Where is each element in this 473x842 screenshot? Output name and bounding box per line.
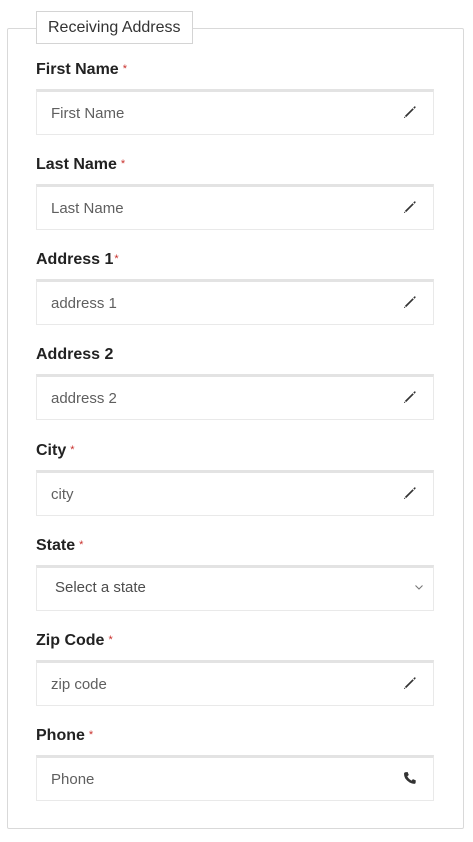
fieldset-legend: Receiving Address xyxy=(36,11,193,44)
phone-icon xyxy=(402,770,418,786)
last-name-label: Last Name * xyxy=(36,156,126,173)
pencil-icon xyxy=(402,675,418,691)
address2-input[interactable] xyxy=(37,377,433,419)
address1-input-wrapper xyxy=(36,279,434,325)
phone-label: Phone * xyxy=(36,727,94,744)
chevron-down-icon xyxy=(413,581,429,597)
city-group: City * xyxy=(36,441,434,516)
first-name-input-wrapper xyxy=(36,89,434,135)
required-asterisk: * xyxy=(79,539,84,551)
receiving-address-fieldset xyxy=(7,28,464,829)
phone-input[interactable] xyxy=(37,758,433,800)
city-input[interactable] xyxy=(37,473,433,515)
address2-group: Address 2 xyxy=(36,345,434,420)
zip-code-input[interactable] xyxy=(37,663,433,705)
required-asterisk: * xyxy=(114,253,119,265)
address1-group: Address 1* xyxy=(36,250,434,325)
zip-code-label: Zip Code * xyxy=(36,632,113,649)
zip-code-group: Zip Code * xyxy=(36,631,434,706)
first-name-group: First Name * xyxy=(36,60,434,135)
required-asterisk: * xyxy=(70,444,75,456)
state-label: State * xyxy=(36,537,84,554)
address1-input[interactable] xyxy=(37,282,433,324)
required-asterisk: * xyxy=(108,634,113,646)
pencil-icon xyxy=(402,389,418,405)
address2-label: Address 2 xyxy=(36,346,114,363)
first-name-label: First Name * xyxy=(36,61,127,78)
last-name-input[interactable] xyxy=(37,187,433,229)
address2-input-wrapper xyxy=(36,374,434,420)
required-asterisk: * xyxy=(120,158,126,170)
state-select[interactable]: Select a state xyxy=(37,568,433,610)
pencil-icon xyxy=(402,104,418,120)
city-input-wrapper xyxy=(36,470,434,516)
last-name-group: Last Name * xyxy=(36,155,434,230)
pencil-icon xyxy=(402,294,418,310)
last-name-input-wrapper xyxy=(36,184,434,230)
zip-code-input-wrapper xyxy=(36,660,434,706)
address1-label: Address 1* xyxy=(36,251,119,268)
pencil-icon xyxy=(402,485,418,501)
required-asterisk: * xyxy=(88,729,94,741)
first-name-input[interactable] xyxy=(37,92,433,134)
phone-group: Phone * xyxy=(36,726,434,801)
required-asterisk: * xyxy=(122,63,127,75)
state-group: State * Select a state xyxy=(36,536,434,611)
phone-input-wrapper xyxy=(36,755,434,801)
state-select-wrapper: Select a state xyxy=(36,565,434,611)
city-label: City * xyxy=(36,442,75,459)
pencil-icon xyxy=(402,199,418,215)
